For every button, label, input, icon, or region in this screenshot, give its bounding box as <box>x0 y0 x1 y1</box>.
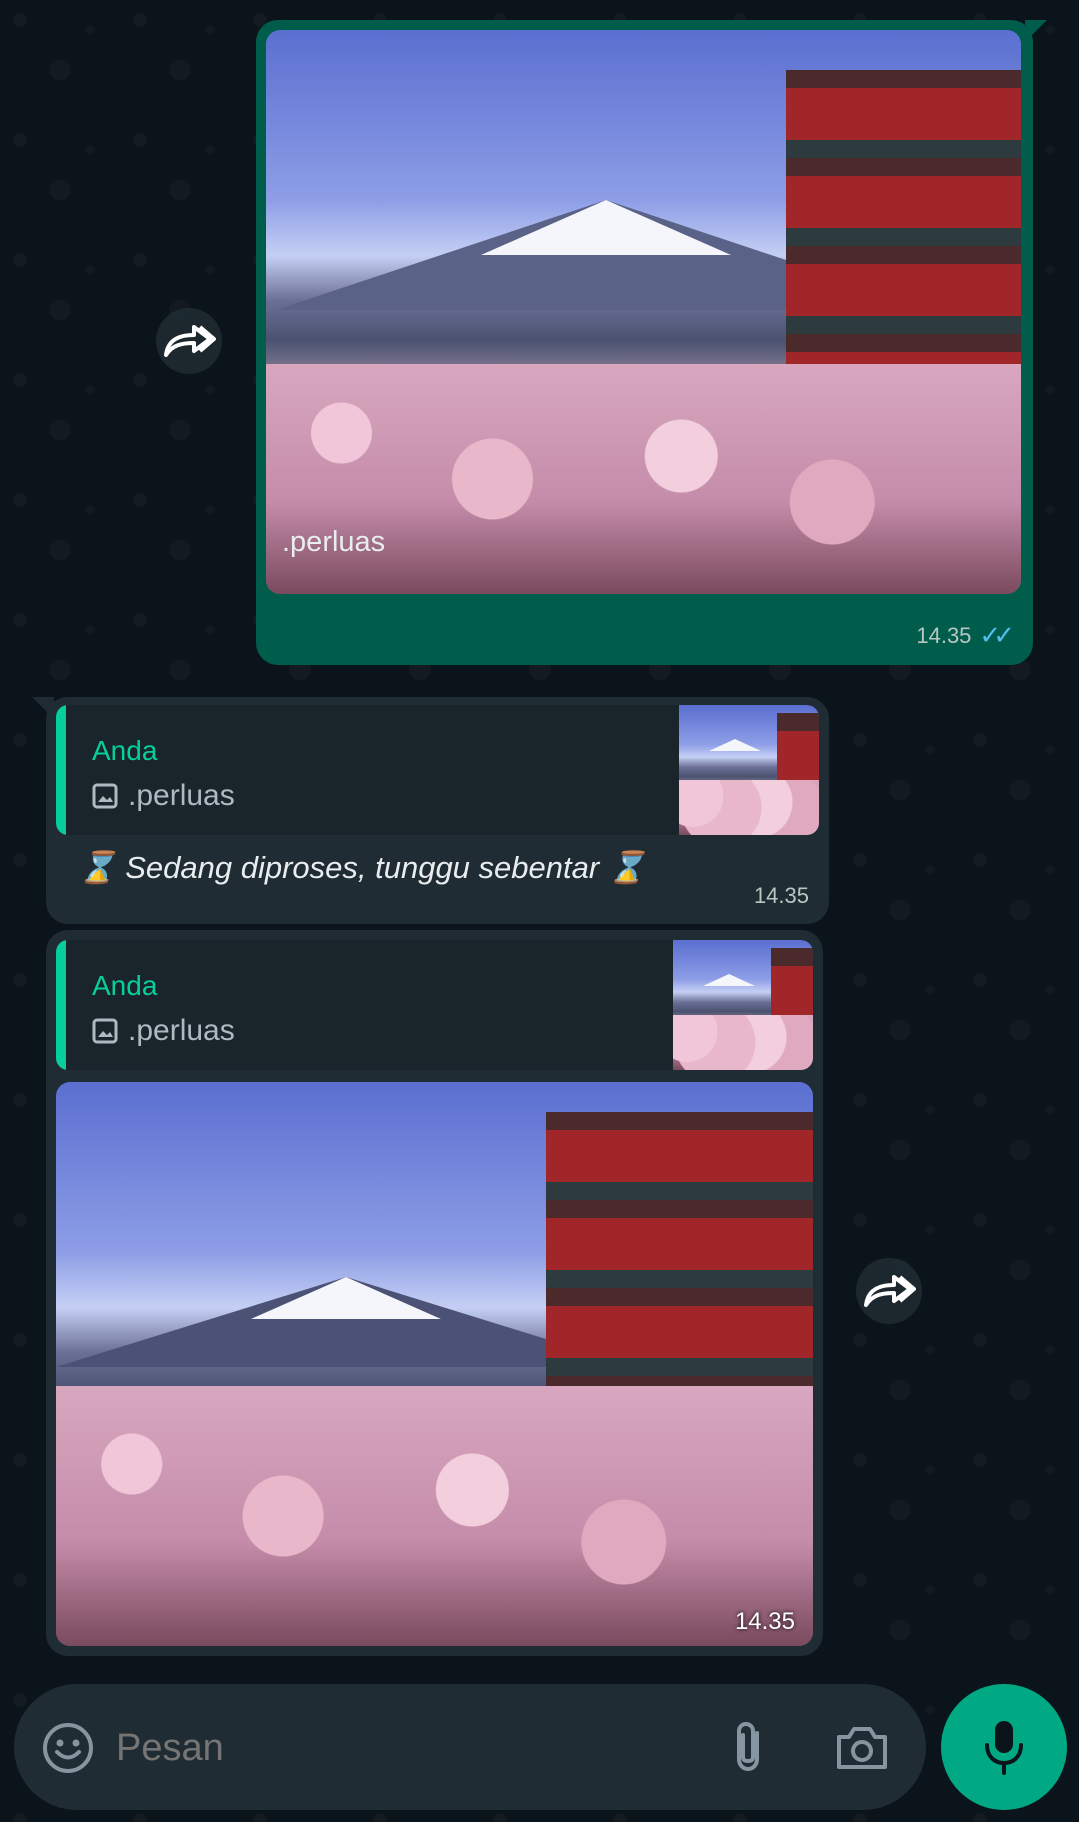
emoji-icon <box>43 1723 93 1773</box>
incoming-text-message[interactable]: Anda .perluas ⌛ Sedang diproses, tunggu … <box>32 697 829 924</box>
forward-icon <box>864 1275 916 1307</box>
thumb-blossoms <box>673 1015 813 1070</box>
incoming-image-message[interactable]: Anda .perluas 14.35 <box>46 930 823 1656</box>
processing-text: ⌛ Sedang diproses, tunggu sebentar ⌛ <box>78 850 647 885</box>
bubble-tail <box>32 697 54 719</box>
emoji-button[interactable] <box>40 1720 96 1776</box>
read-ticks-icon: ✓✓ <box>979 620 1014 650</box>
mic-icon <box>985 1721 1023 1775</box>
forward-button[interactable] <box>156 308 222 374</box>
message-meta: 14.35 ✓✓ <box>916 620 1015 651</box>
quote-thumbnail <box>673 940 813 1070</box>
voice-message-button[interactable] <box>941 1684 1067 1810</box>
message-composer[interactable] <box>14 1684 926 1810</box>
quote-author: Anda <box>92 735 158 766</box>
camera-icon <box>837 1727 887 1769</box>
quote-bar <box>56 940 66 1070</box>
photo-snow-cap <box>251 1277 441 1319</box>
message-time: 14.35 <box>916 622 972 648</box>
quoted-message[interactable]: Anda .perluas <box>56 705 819 835</box>
received-photo[interactable]: 14.35 <box>56 1082 813 1646</box>
thumb-snow-cap <box>709 739 761 751</box>
camera-button[interactable] <box>832 1720 892 1776</box>
message-input[interactable] <box>114 1712 678 1784</box>
outgoing-image-message[interactable]: .perluas 14.35 ✓✓ <box>256 20 1047 665</box>
attach-icon <box>737 1721 759 1772</box>
quote-text-row: .perluas <box>92 779 235 813</box>
photo-blossoms <box>266 364 1021 594</box>
attach-button[interactable] <box>720 1718 778 1776</box>
image-icon <box>92 1018 118 1044</box>
message-time: 14.35 <box>734 1608 795 1635</box>
image-icon <box>92 783 118 809</box>
photo-snow-cap <box>481 200 731 255</box>
quote-text: .perluas <box>128 779 235 812</box>
quote-author: Anda <box>92 970 158 1001</box>
quote-thumbnail <box>679 705 819 835</box>
quote-text: .perluas <box>128 1014 235 1047</box>
thumb-blossoms <box>679 780 819 835</box>
thumb-snow-cap <box>703 974 755 986</box>
forward-icon <box>164 325 216 357</box>
quote-bar <box>56 705 66 835</box>
message-time: 14.35 <box>753 883 809 908</box>
quoted-message[interactable]: Anda .perluas <box>56 940 813 1070</box>
quote-text-row: .perluas <box>92 1014 235 1048</box>
bubble-tail <box>1025 20 1047 42</box>
photo-blossoms <box>56 1386 813 1646</box>
image-caption: .perluas <box>282 526 386 558</box>
forward-button[interactable] <box>856 1258 922 1324</box>
sent-photo[interactable] <box>266 30 1021 594</box>
